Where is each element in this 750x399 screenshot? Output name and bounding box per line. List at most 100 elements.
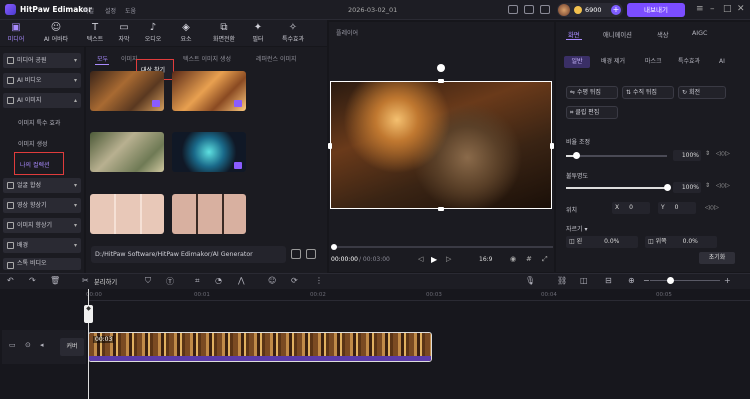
opacity-value[interactable]: 100% (673, 182, 701, 193)
playhead-marker-icon[interactable]: ◆ (84, 305, 93, 323)
tool-subtitle[interactable]: ▭ 자막 (111, 21, 137, 45)
tool-transition[interactable]: ⧉ 화면전환 (209, 21, 239, 45)
folder-open-icon[interactable] (291, 249, 301, 259)
shield-icon[interactable]: ⛉ (145, 276, 151, 286)
rotate-button[interactable]: ↻ 회전 (678, 86, 726, 99)
gift-icon[interactable] (524, 5, 534, 14)
sidebar-sub-image-generate[interactable]: 이미지 생성 (18, 139, 48, 148)
tool-element[interactable]: ◈ 요소 (173, 21, 199, 45)
maximize-icon[interactable]: □ (723, 4, 732, 14)
position-y-field[interactable]: Y0 (658, 202, 696, 214)
close-icon[interactable]: ✕ (737, 4, 745, 14)
zoom-in-icon[interactable]: + (724, 276, 731, 285)
export-button[interactable]: 내보내기 (627, 3, 685, 17)
fullscreen-icon[interactable]: ⤢ (542, 255, 548, 264)
mail-icon[interactable] (508, 5, 518, 14)
aspect-ratio[interactable]: 16:9 (479, 256, 492, 263)
thumbnail-portrait-grid-2[interactable] (172, 194, 246, 234)
sidebar-item-ai-video[interactable]: AI 비디오 ▾ (3, 73, 81, 88)
redo-icon[interactable]: ↷ (29, 276, 36, 285)
subtab-mask[interactable]: 마스크 (645, 56, 662, 68)
text-tool-icon[interactable]: Ⓣ (166, 276, 174, 287)
menu-file[interactable]: 파일 (83, 6, 94, 15)
resize-handle-bottom[interactable] (438, 207, 444, 211)
flip-vertical-button[interactable]: ⇅ 수직 뒤집 (622, 86, 674, 99)
prev-frame-icon[interactable]: ◁ (418, 255, 423, 263)
crop-top-field[interactable]: ◫ 위쪽 0.0% (645, 236, 717, 248)
sidebar-item-image-enhancer[interactable]: 이미지 향상기 ▾ (3, 218, 81, 233)
tab-reference-image[interactable]: 레퍼런스 이미지 (256, 54, 297, 63)
menu-settings[interactable]: 설정 (105, 6, 116, 15)
tool-effect[interactable]: ✧ 특수효과 (276, 21, 310, 45)
add-credits-button[interactable]: + (611, 5, 621, 15)
subtab-effect[interactable]: 특수효과 (678, 56, 700, 68)
sidebar-sub-my-collection[interactable]: 나의 컬렉션 (20, 160, 50, 169)
next-frame-icon[interactable]: ▷ (446, 255, 451, 263)
speed-icon[interactable]: ◔ (215, 276, 222, 285)
zoom-knob[interactable] (667, 277, 674, 284)
transform-icon[interactable]: ⟳ (291, 276, 298, 285)
split-label[interactable]: 분리하기 (94, 277, 117, 286)
seek-bar[interactable] (331, 246, 553, 248)
split-screen-icon[interactable]: ◫ (580, 276, 588, 285)
face-detect-icon[interactable]: ☺ (268, 276, 276, 285)
thumbnail-cat-noodles[interactable] (90, 132, 164, 172)
rotate-handle-icon[interactable] (437, 64, 445, 72)
link-icon[interactable]: ⛓ (557, 276, 567, 285)
sidebar-item-video-enhancer[interactable]: 영상 향상기 ▾ (3, 198, 81, 213)
sidebar-item-face-swap[interactable]: 얼굴 합성 ▾ (3, 178, 81, 193)
tab-all[interactable]: 모두 (97, 54, 108, 63)
tab-screen[interactable]: 화면 (568, 30, 580, 39)
track-audio-icon[interactable]: ◂ (40, 341, 44, 349)
thumbnail-portrait-grid-1[interactable] (90, 194, 164, 234)
sidebar-item-background[interactable]: 배경 ▾ (3, 238, 81, 253)
seek-knob[interactable] (331, 244, 337, 250)
clip-edit-button[interactable]: ⌗ 클립 편집 (566, 106, 618, 119)
shop-icon[interactable] (540, 5, 550, 14)
crop-left-field[interactable]: ◫ 왼 0.0% (566, 236, 638, 248)
track-lock-icon[interactable]: ⊙ (25, 341, 31, 349)
minimize-icon[interactable]: – (710, 4, 715, 14)
zoom-out-icon[interactable]: − (643, 276, 650, 285)
reset-button[interactable]: 초기화 (699, 252, 735, 264)
tool-filter[interactable]: ✦ 필터 (245, 21, 271, 45)
stepper-icon[interactable]: ⇕ (705, 150, 710, 157)
resize-handle-right[interactable] (550, 143, 554, 149)
undo-icon[interactable]: ↶ (7, 276, 14, 285)
sidebar-item-ai-image[interactable]: AI 이미지 ▴ (3, 93, 81, 108)
resize-handle-top[interactable] (438, 79, 444, 83)
stepper-icon[interactable]: ⇕ (705, 182, 710, 189)
opacity-slider-knob[interactable] (664, 184, 671, 191)
sidebar-sub-image-effect[interactable]: 이미지 특수 효과 (18, 118, 60, 127)
mic-icon[interactable]: 🎙 (525, 276, 535, 285)
resize-handle-left[interactable] (328, 143, 332, 149)
avatar[interactable] (558, 4, 570, 16)
tool-ai-avatar[interactable]: ☺ AI 어바타 (39, 21, 73, 45)
zoom-slider[interactable] (650, 280, 720, 281)
sidebar-item-media-park[interactable]: 미디어 공원 ▾ (3, 53, 81, 68)
split-icon[interactable]: ✂ (82, 276, 89, 285)
tab-color[interactable]: 색상 (657, 30, 669, 39)
tab-text-to-image[interactable]: 텍스트 이미지 생성 (183, 54, 231, 63)
scale-slider-knob[interactable] (573, 152, 580, 159)
lock-icon[interactable]: ⊟ (605, 276, 612, 285)
menu-help[interactable]: 도움 (125, 6, 136, 15)
tool-text[interactable]: T 텍스트 (82, 21, 108, 45)
snapshot-icon[interactable]: ◉ (510, 255, 516, 263)
subtab-general[interactable]: 일반 (564, 56, 590, 68)
video-preview[interactable] (330, 81, 552, 209)
tab-aigc[interactable]: AIGC (692, 30, 707, 37)
tab-animation[interactable]: 애니메이션 (603, 30, 632, 39)
sidebar-item-stock-video[interactable]: 스톡 비디오 (3, 258, 81, 270)
edit-path-icon[interactable] (306, 249, 316, 259)
subtab-ai[interactable]: AI (719, 56, 725, 68)
cover-button[interactable]: 커버 (60, 338, 84, 356)
play-icon[interactable]: ▶ (431, 255, 437, 264)
fit-icon[interactable]: ⊕ (628, 276, 635, 285)
tool-media[interactable]: ▣ 미디어 (3, 21, 29, 45)
scale-value[interactable]: 100% (673, 150, 701, 161)
video-clip[interactable]: 00:03 (88, 332, 432, 362)
position-x-field[interactable]: X0 (612, 202, 650, 214)
scale-slider[interactable] (566, 155, 667, 157)
keyframe-icon[interactable]: ◁◇▷ (716, 182, 730, 189)
